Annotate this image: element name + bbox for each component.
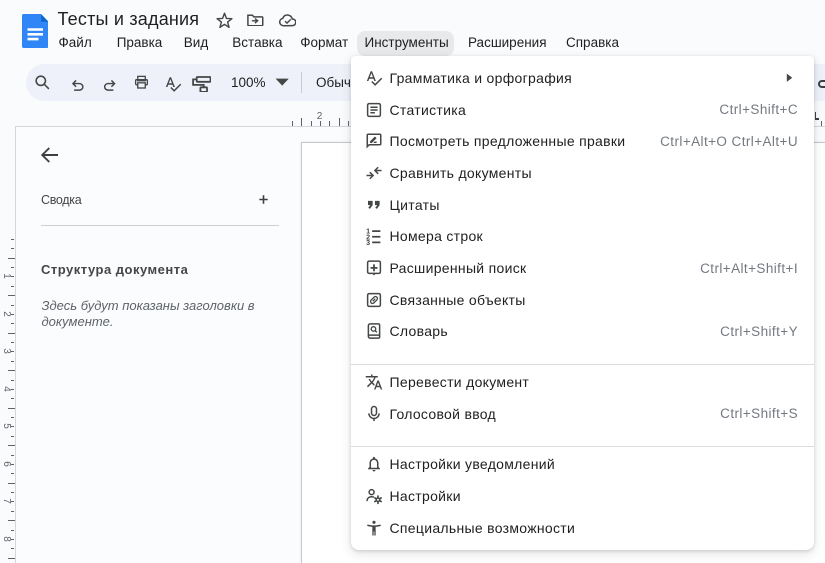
svg-text:3: 3 bbox=[366, 239, 370, 245]
